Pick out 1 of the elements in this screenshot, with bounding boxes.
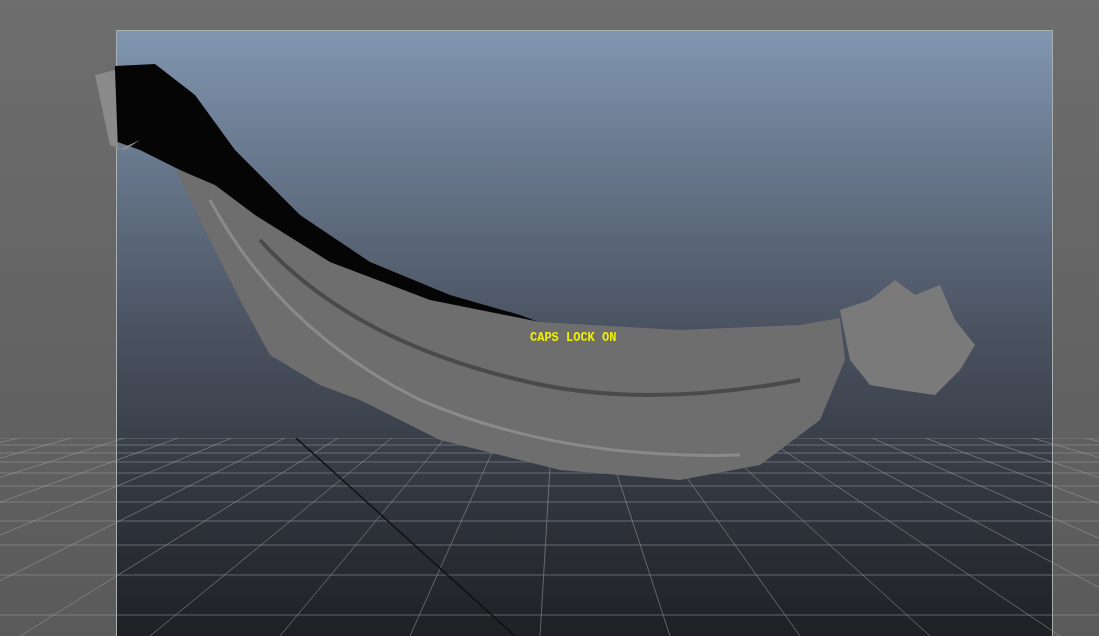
caps-lock-message: CAPS LOCK ON [530, 330, 617, 347]
